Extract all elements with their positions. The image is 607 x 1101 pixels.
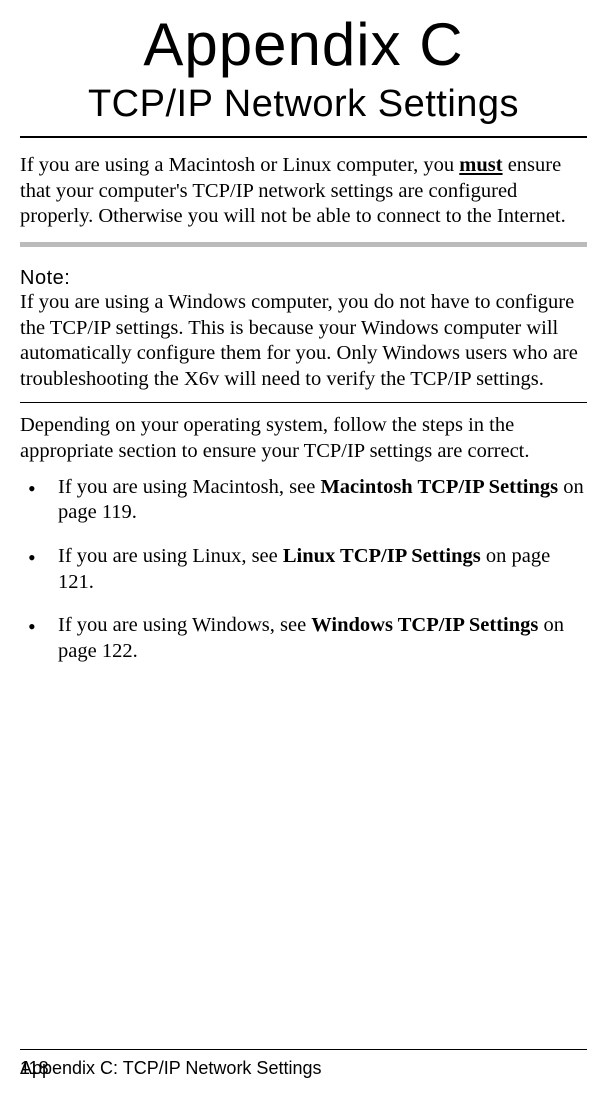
bullet-prefix: If you are using Macintosh, see	[58, 476, 320, 498]
depending-paragraph: Depending on your operating system, foll…	[20, 413, 587, 464]
note-top-divider	[20, 242, 587, 247]
note-bottom-divider	[20, 402, 587, 403]
bullet-bold: Linux TCP/IP Settings	[283, 545, 481, 567]
list-item: If you are using Linux, see Linux TCP/IP…	[20, 544, 587, 595]
bullet-bold: Windows TCP/IP Settings	[311, 614, 538, 636]
list-item: If you are using Windows, see Windows TC…	[20, 613, 587, 664]
page-footer: Appendix C: TCP/IP Network Settings 118	[20, 1049, 587, 1079]
note-label: Note:	[20, 267, 587, 290]
note-body: If you are using a Windows computer, you…	[20, 290, 587, 393]
footer-text: Appendix C: TCP/IP Network Settings	[20, 1058, 321, 1078]
intro-paragraph: If you are using a Macintosh or Linux co…	[20, 153, 587, 230]
chapter-title: TCP/IP Network Settings	[20, 83, 587, 126]
list-item: If you are using Macintosh, see Macintos…	[20, 475, 587, 526]
intro-must: must	[459, 154, 502, 176]
bullet-prefix: If you are using Linux, see	[58, 545, 283, 567]
page-number: 118	[20, 1058, 49, 1079]
bullet-list: If you are using Macintosh, see Macintos…	[20, 475, 587, 665]
appendix-label: Appendix C	[20, 0, 587, 79]
intro-prefix: If you are using a Macintosh or Linux co…	[20, 154, 459, 176]
bullet-prefix: If you are using Windows, see	[58, 614, 311, 636]
bullet-bold: Macintosh TCP/IP Settings	[320, 476, 558, 498]
title-divider	[20, 136, 587, 138]
footer-divider	[20, 1049, 587, 1050]
